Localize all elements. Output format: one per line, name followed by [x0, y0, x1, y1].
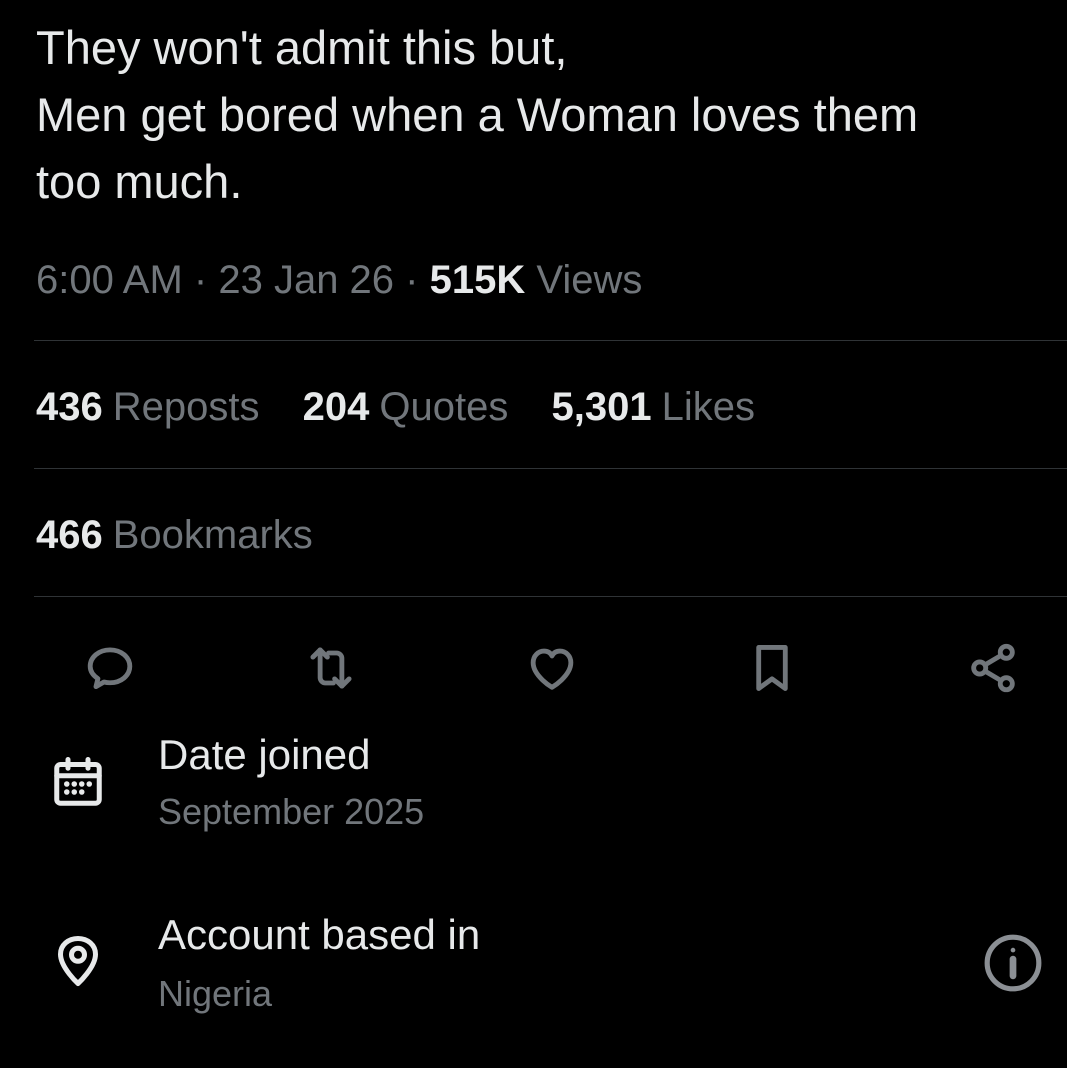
quotes-count: 204 — [302, 385, 370, 429]
tweet-date[interactable]: 23 Jan 26 — [218, 258, 394, 302]
like-button[interactable] — [520, 636, 584, 700]
divider — [34, 468, 1067, 469]
views-count: 515K — [429, 258, 526, 302]
reposts-label: Reposts — [112, 385, 260, 429]
tweet-time[interactable]: 6:00 AM — [36, 258, 183, 302]
tweet-text: They won't admit this but, Men get bored… — [36, 14, 1056, 215]
share-icon — [971, 643, 1015, 693]
account-location-title: Account based in — [158, 911, 481, 958]
share-button[interactable] — [961, 636, 1025, 700]
like-icon — [530, 648, 574, 690]
bookmark-icon — [756, 645, 788, 691]
bookmark-stats: 466 Bookmarks — [36, 509, 345, 561]
likes-label: Likes — [661, 385, 755, 429]
location-pin-icon — [48, 931, 108, 991]
meta-separator: · — [405, 258, 419, 302]
action-bar — [0, 636, 1067, 700]
tweet-line: Men get bored when a Woman loves them — [36, 88, 919, 141]
reply-icon — [87, 647, 133, 690]
repost-button[interactable] — [299, 636, 363, 700]
reposts-count: 436 — [36, 385, 103, 429]
bookmarks-label: Bookmarks — [112, 513, 313, 557]
quotes-stat[interactable]: 204 Quotes — [303, 381, 509, 433]
repost-icon — [310, 647, 352, 689]
account-location-value: Nigeria — [158, 973, 273, 1014]
bookmarks-stat[interactable]: 466 Bookmarks — [36, 509, 313, 561]
date-joined-value: September 2025 — [158, 791, 425, 832]
tweet-line: They won't admit this but, — [36, 21, 568, 74]
bookmarks-count: 466 — [36, 513, 103, 557]
divider — [34, 596, 1067, 597]
reposts-stat[interactable]: 436 Reposts — [36, 381, 260, 433]
reply-button[interactable] — [78, 636, 142, 700]
bookmark-button[interactable] — [740, 636, 804, 700]
meta-separator: · — [193, 258, 208, 302]
tweet-line: too much. — [36, 155, 243, 208]
divider — [34, 340, 1067, 341]
likes-stat[interactable]: 5,301 Likes — [551, 381, 755, 433]
date-joined-title: Date joined — [158, 731, 371, 778]
likes-count: 5,301 — [551, 385, 652, 429]
calendar-icon — [48, 752, 108, 812]
views-label: Views — [536, 258, 643, 302]
quotes-label: Quotes — [379, 385, 509, 429]
engagement-stats: 436 Reposts 204 Quotes 5,301 Likes — [36, 381, 787, 433]
tweet-meta: 6:00 AM · 23 Jan 26 · 515K Views — [36, 254, 642, 306]
info-icon[interactable] — [982, 932, 1044, 994]
